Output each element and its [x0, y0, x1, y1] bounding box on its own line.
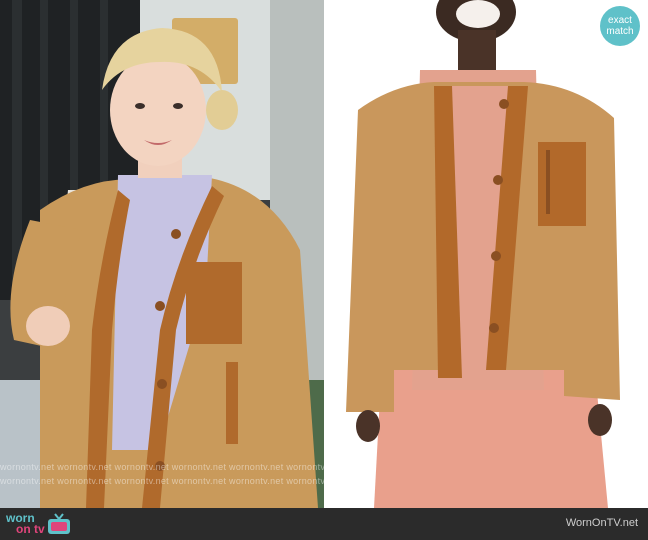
- face: [110, 54, 206, 166]
- watermark-row: wornontv.net wornontv.net wornontv.net w…: [0, 476, 324, 486]
- chest-pocket: [186, 262, 242, 344]
- footer-bar: worn on tv WornOnTV.net: [0, 508, 648, 540]
- product-photo: [324, 0, 648, 508]
- badge-line2: match: [606, 26, 634, 37]
- badge-line1: exact: [608, 15, 632, 26]
- actress-photo: [0, 0, 324, 508]
- watermark-row: wornontv.net wornontv.net wornontv.net w…: [0, 462, 324, 472]
- left-photo: wornontv.net wornontv.net wornontv.net w…: [0, 0, 324, 508]
- chest-pocket: [538, 142, 586, 226]
- brand-logo[interactable]: worn on tv: [6, 512, 71, 536]
- brand-line2: on tv: [16, 522, 45, 536]
- right-photo: exact match: [324, 0, 648, 508]
- tv-icon: [47, 513, 70, 534]
- exact-match-badge: exact match: [600, 6, 640, 46]
- site-name[interactable]: WornOnTV.net: [566, 517, 638, 529]
